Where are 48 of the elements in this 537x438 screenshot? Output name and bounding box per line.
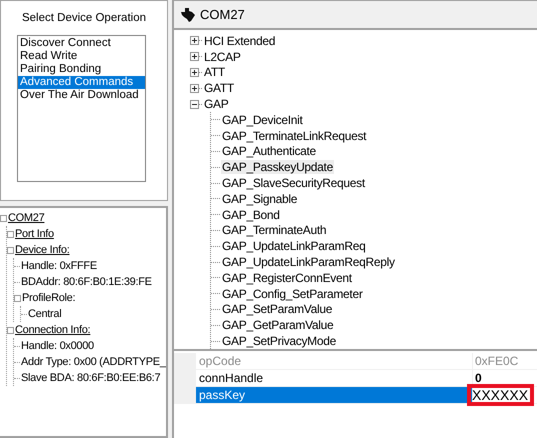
tree-node[interactable]: L2CAP	[203, 50, 242, 64]
tree-node[interactable]: Central	[28, 308, 62, 320]
tree-node[interactable]: GAP_GetParamValue	[221, 318, 334, 332]
tree-node[interactable]: Connection Info:	[15, 324, 90, 336]
tree-node[interactable]: GAP_PasskeyUpdate	[221, 160, 334, 174]
tree-node[interactable]: GAP_SetParamValue	[221, 302, 334, 316]
property-value[interactable]: 0	[473, 370, 537, 386]
tree-node[interactable]: HCI Extended	[203, 34, 276, 48]
expand-icon[interactable]	[190, 36, 199, 46]
state-shape-icon	[180, 6, 196, 22]
tree-node[interactable]: ProfileRole:	[22, 292, 76, 304]
tree-node[interactable]: GAP_Signable	[221, 192, 298, 206]
tree-node[interactable]: COM27	[8, 212, 44, 224]
operation-item[interactable]: Read Write	[18, 50, 145, 63]
expand-icon[interactable]	[190, 84, 199, 93]
tree-node[interactable]: GAP_SlaveSecurityRequest	[221, 176, 366, 190]
tree-node[interactable]: GAP_RegisterConnEvent	[221, 270, 353, 285]
tree-node[interactable]: GAP_UpdateLinkParamReq	[221, 239, 366, 254]
property-value[interactable]: XXXXXX	[470, 387, 531, 403]
tree-node[interactable]: GAP_SetPrivacyMode	[221, 334, 337, 348]
tree-node[interactable]: GAP_UpdateLinkParamReqReply	[221, 255, 396, 270]
tree-node[interactable]: GAP_TerminateAuth	[221, 223, 328, 238]
tree-node[interactable]: Device Info:	[15, 244, 70, 256]
tree-node[interactable]: Slave BDA: 80:6F:B0:EE:B6:7	[21, 372, 160, 384]
header-title: COM27	[200, 7, 245, 22]
property-name[interactable]: connHandle	[196, 370, 473, 386]
operation-item[interactable]: Over The Air Download	[18, 89, 145, 102]
collapse-icon[interactable]	[190, 100, 199, 109]
tree-node[interactable]: GAP_Authenticate	[221, 144, 317, 158]
tree-node[interactable]: Port Info	[15, 228, 54, 240]
tree-node[interactable]: GATT	[203, 81, 235, 96]
panel-title: Select Device Operation	[20, 12, 147, 24]
tree-node[interactable]: GAP_DeviceInit	[221, 112, 304, 127]
tree-node[interactable]: ATT	[203, 65, 226, 80]
property-name[interactable]: passKey	[196, 387, 473, 403]
operation-item[interactable]: Pairing Bonding	[18, 63, 145, 76]
tree-node[interactable]: GAP_Config_SetParameter	[221, 286, 364, 301]
tree-node[interactable]: GAP_TerminateLinkRequest	[221, 128, 368, 143]
tree-node[interactable]: GAP	[203, 97, 230, 112]
tree-node[interactable]: Handle: 0xFFFE	[21, 260, 97, 272]
tree-node[interactable]: Addr Type: 0x00 (ADDRTYPE_	[21, 356, 166, 368]
expand-icon[interactable]	[190, 52, 199, 62]
expand-icon[interactable]	[190, 68, 199, 77]
operation-item[interactable]: Discover Connect	[18, 37, 145, 50]
operation-item[interactable]: Advanced Commands	[18, 76, 145, 89]
tree-node[interactable]: BDAddr: 80:6F:B0:1E:39:FE	[21, 276, 152, 288]
tree-node[interactable]: Handle: 0x0000	[21, 340, 94, 352]
tree-node[interactable]: GAP_Bond	[221, 208, 281, 222]
